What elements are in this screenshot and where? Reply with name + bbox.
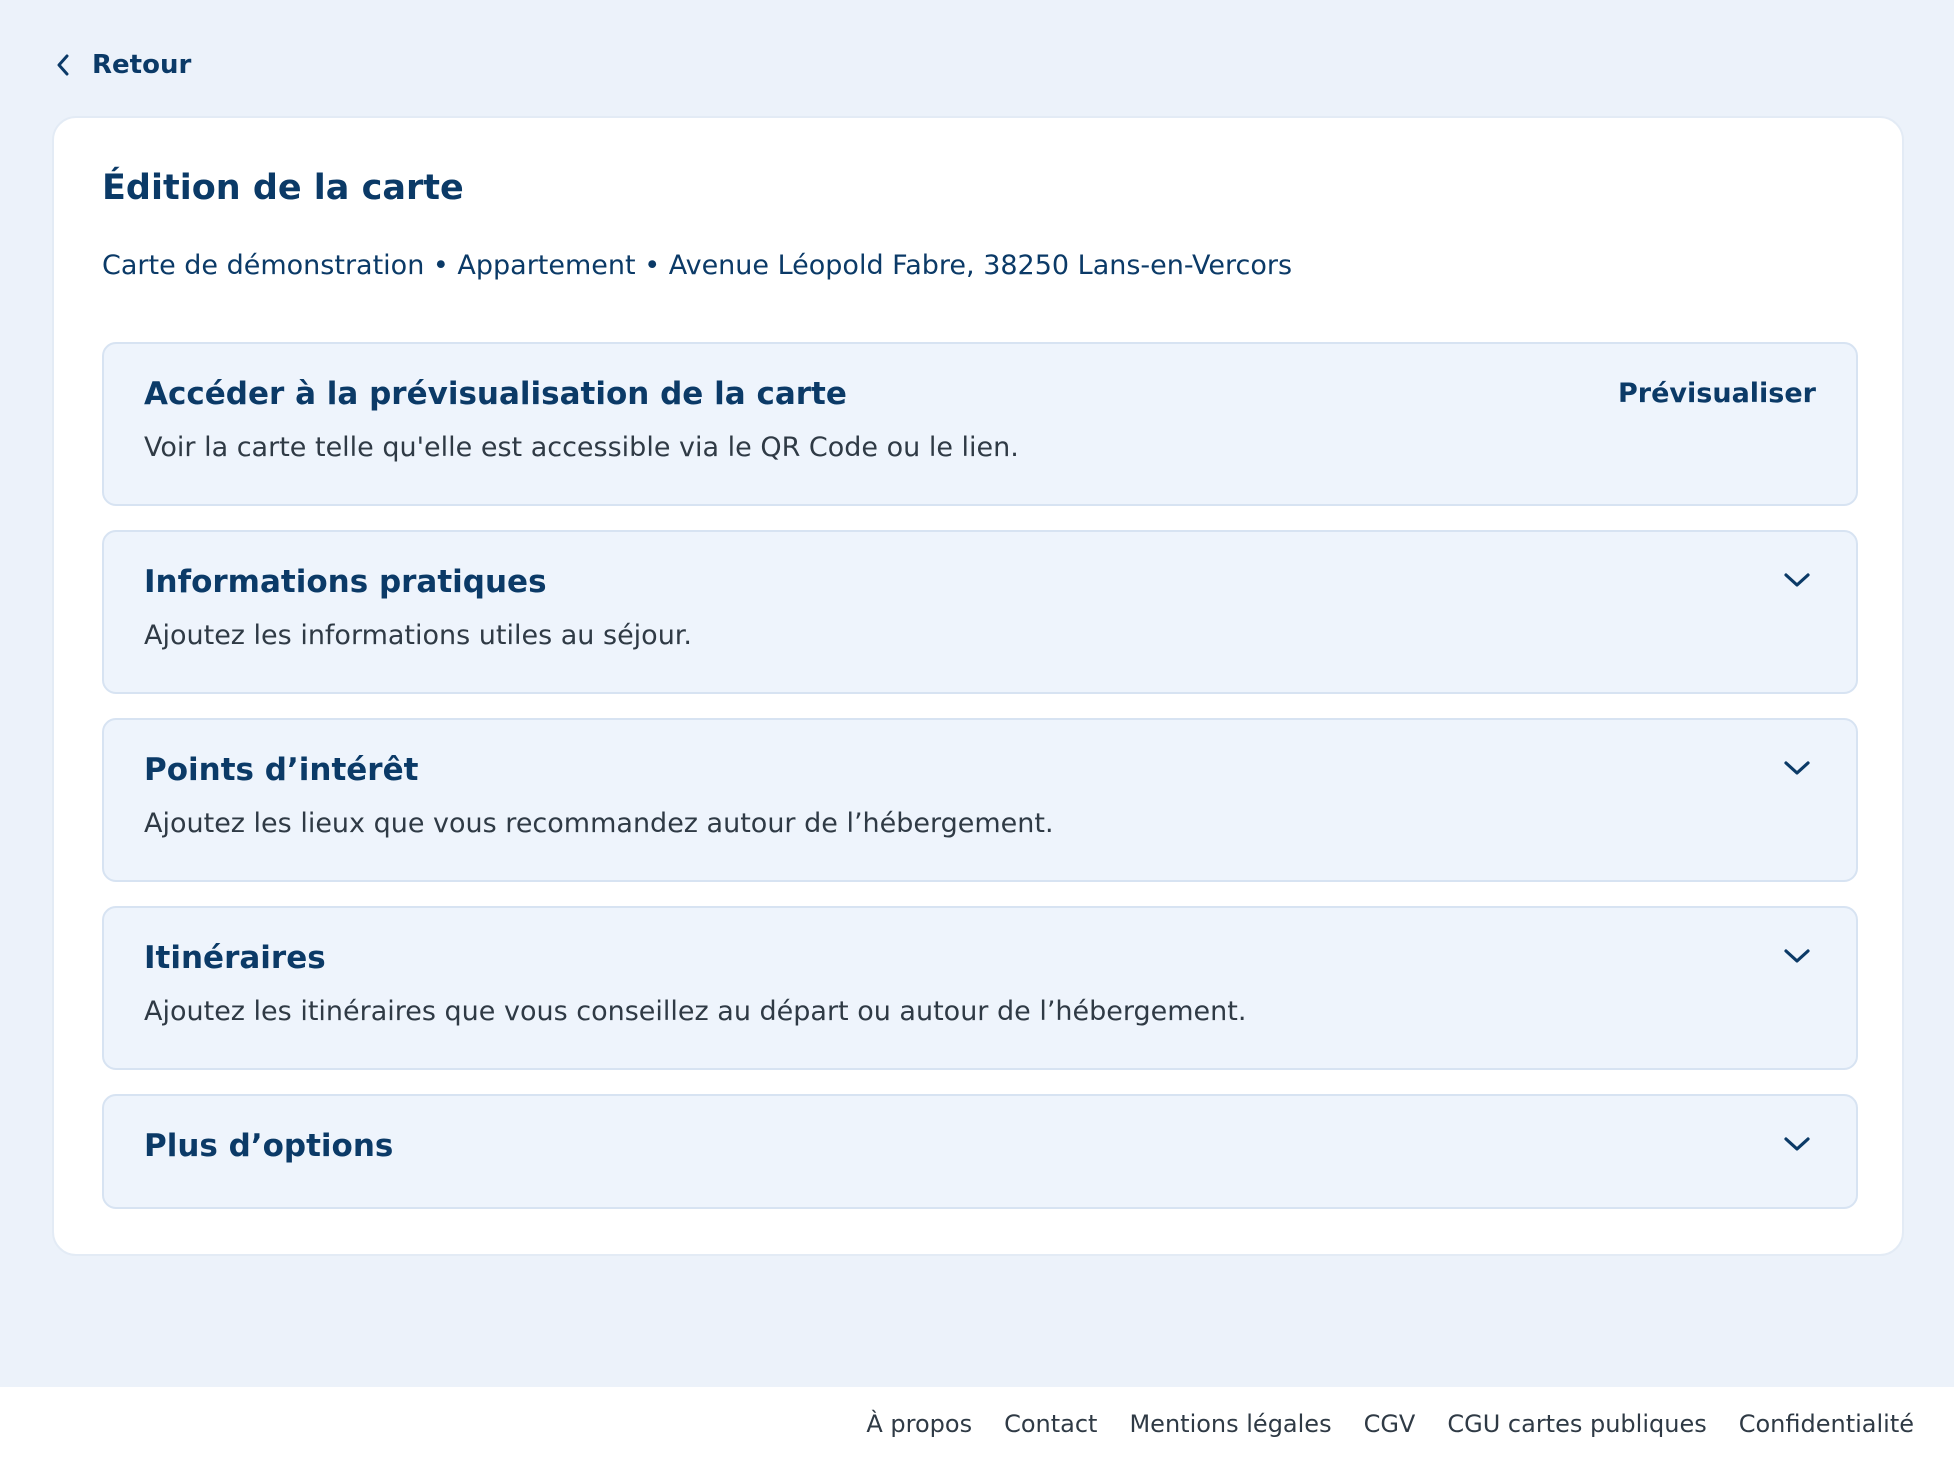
footer-links: À propos Contact Mentions légales CGV CG… (866, 1410, 1914, 1438)
section-description: Voir la carte telle qu'elle est accessib… (144, 432, 1019, 463)
chevron-down-icon[interactable] (1782, 1134, 1812, 1154)
edit-card: Édition de la carte Carte de démonstrati… (52, 116, 1904, 1256)
section-title: Itinéraires (144, 940, 326, 976)
page-title: Édition de la carte (102, 168, 464, 208)
section-preview: Accéder à la prévisualisation de la cart… (102, 342, 1858, 506)
section-title: Accéder à la prévisualisation de la cart… (144, 376, 847, 412)
section-description: Ajoutez les lieux que vous recommandez a… (144, 808, 1054, 839)
chevron-down-icon[interactable] (1782, 570, 1812, 590)
footer-link-privacy[interactable]: Confidentialité (1739, 1410, 1914, 1438)
footer-link-cgu[interactable]: CGU cartes publiques (1447, 1410, 1706, 1438)
card-subtitle: Carte de démonstration • Appartement • A… (102, 250, 1293, 281)
back-label: Retour (92, 50, 192, 80)
footer: À propos Contact Mentions légales CGV CG… (0, 1387, 1954, 1466)
chevron-down-icon[interactable] (1782, 946, 1812, 966)
chevron-down-icon[interactable] (1782, 758, 1812, 778)
section-title: Informations pratiques (144, 564, 547, 600)
section-more-options[interactable]: Plus d’options (102, 1094, 1858, 1209)
section-practical-info[interactable]: Informations pratiques Ajoutez les infor… (102, 530, 1858, 694)
footer-link-about[interactable]: À propos (866, 1410, 972, 1438)
chevron-left-icon (56, 54, 70, 76)
section-list: Accéder à la prévisualisation de la cart… (102, 342, 1858, 1233)
footer-link-cgv[interactable]: CGV (1364, 1410, 1416, 1438)
footer-link-contact[interactable]: Contact (1004, 1410, 1097, 1438)
section-description: Ajoutez les itinéraires que vous conseil… (144, 996, 1247, 1027)
section-title: Plus d’options (144, 1128, 394, 1164)
section-itineraries[interactable]: Itinéraires Ajoutez les itinéraires que … (102, 906, 1858, 1070)
section-points-of-interest[interactable]: Points d’intérêt Ajoutez les lieux que v… (102, 718, 1858, 882)
section-description: Ajoutez les informations utiles au séjou… (144, 620, 693, 651)
section-title: Points d’intérêt (144, 752, 419, 788)
back-link[interactable]: Retour (56, 50, 191, 80)
footer-link-legal[interactable]: Mentions légales (1129, 1410, 1331, 1438)
preview-button[interactable]: Prévisualiser (1618, 378, 1816, 409)
